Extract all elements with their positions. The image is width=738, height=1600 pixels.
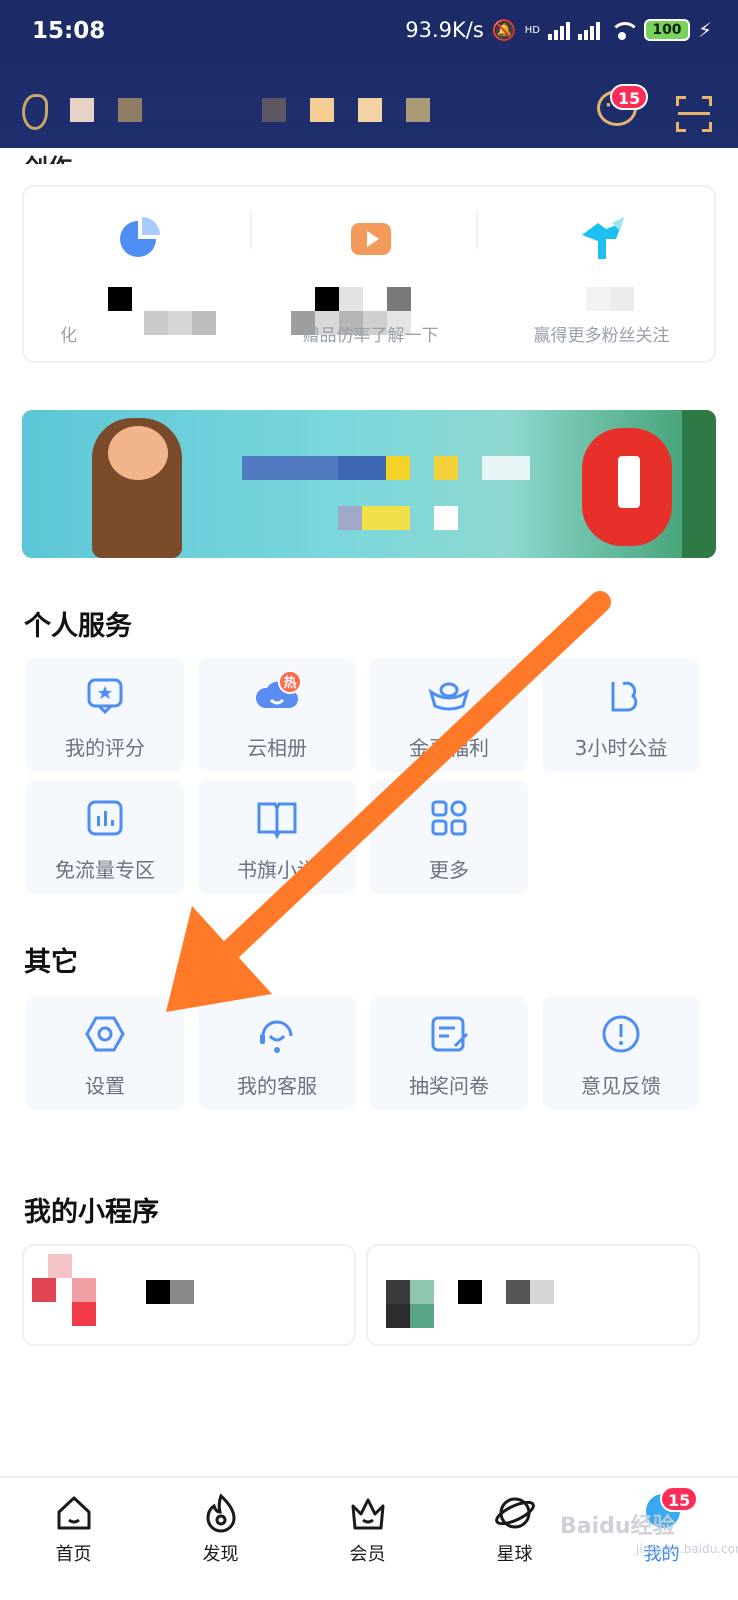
data-free-icon	[87, 800, 123, 836]
status-right: 93.9K/s 🔕 HD 100 ⚡	[405, 18, 712, 42]
crown-icon	[351, 1498, 385, 1530]
status-time: 15:08	[32, 18, 106, 44]
other-tile-settings[interactable]: 设置	[26, 996, 184, 1110]
service-label: 3小时公益	[574, 736, 668, 760]
creator-card: 化 赠品仿率了解一下 赢得更多粉丝关注	[22, 185, 716, 363]
scan-icon[interactable]	[676, 96, 712, 132]
nav-discover[interactable]: 发现	[147, 1478, 294, 1600]
customer-service-icon	[260, 1020, 293, 1053]
flame-icon	[206, 1493, 236, 1533]
other-label: 意见反馈	[581, 1074, 661, 1098]
nav-label: 星球	[496, 1544, 533, 1565]
service-label: 金豆福利	[409, 736, 489, 760]
banner-mosaic	[386, 456, 410, 480]
banner-mosaic	[338, 506, 362, 530]
nav-home[interactable]: 首页	[0, 1478, 147, 1600]
status-bar: 15:08 93.9K/s 🔕 HD 100 ⚡	[0, 0, 738, 66]
home-icon	[57, 1496, 91, 1530]
service-tile-book[interactable]: 书旗小说	[198, 780, 356, 894]
banner-mosaic	[434, 506, 458, 530]
mute-bell-icon: 🔕	[491, 18, 517, 42]
other-title: 其它	[24, 947, 78, 978]
service-tile-gold[interactable]: 金豆福利	[370, 658, 528, 772]
bird-icon	[582, 217, 624, 259]
creator-item-2[interactable]: 赠品仿率了解一下	[255, 187, 486, 363]
gold-ingot-icon	[428, 682, 470, 711]
service-label: 云相册	[247, 736, 307, 760]
service-label: 书旗小说	[237, 858, 317, 882]
other-label: 我的客服	[237, 1074, 317, 1098]
creator-item-2-subtitle: 赠品仿率了解一下	[302, 326, 439, 346]
creator-item-1[interactable]: 化	[24, 187, 255, 363]
nav-label: 会员	[349, 1544, 386, 1565]
creator-divider-2	[476, 211, 478, 249]
signal-icon-2	[577, 20, 600, 40]
other-tile-feedback[interactable]: 意见反馈	[542, 996, 700, 1110]
banner-leaves	[682, 410, 716, 558]
watermark: Baidu经验	[560, 1514, 675, 1539]
profile-header: 15	[0, 76, 738, 148]
settings-icon	[85, 1016, 125, 1052]
hot-badge: 热	[278, 670, 302, 694]
charity-icon	[611, 681, 638, 712]
service-tile-more[interactable]: 更多	[370, 780, 528, 894]
mini-programs-title: 我的小程序	[24, 1197, 159, 1228]
banner-mosaic	[482, 456, 530, 480]
avatar[interactable]	[22, 94, 48, 130]
banner-mosaic	[338, 456, 386, 480]
nav-vip[interactable]: 会员	[294, 1478, 441, 1600]
video-icon	[351, 223, 391, 255]
service-tile-data-free[interactable]: 免流量专区	[26, 780, 184, 894]
survey-icon	[431, 1016, 469, 1052]
message-badge: 15	[610, 84, 649, 110]
other-label: 抽奖问卷	[409, 1074, 489, 1098]
promo-banner[interactable]	[22, 410, 716, 558]
other-label: 设置	[85, 1074, 125, 1098]
more-grid-icon	[431, 800, 467, 836]
pie-chart-icon	[120, 217, 160, 257]
username-mosaic	[70, 98, 430, 122]
service-tile-cloud-album[interactable]: 热 云相册	[198, 658, 356, 772]
other-tile-survey[interactable]: 抽奖问卷	[370, 996, 528, 1110]
creator-item-3[interactable]: 赢得更多粉丝关注	[486, 187, 717, 363]
creator-divider-1	[250, 211, 252, 249]
creator-section-title: 创作	[24, 148, 72, 164]
service-label: 我的评分	[65, 736, 145, 760]
signal-icon	[547, 20, 570, 40]
service-label: 更多	[429, 858, 469, 882]
planet-icon	[495, 1497, 535, 1529]
nav-label: 首页	[55, 1544, 92, 1565]
banner-character-face	[108, 426, 168, 480]
service-label: 免流量专区	[55, 858, 155, 882]
service-tile-charity[interactable]: 3小时公益	[542, 658, 700, 772]
nav-label: 发现	[202, 1544, 239, 1565]
watermark-sub: jingyan.baidu.com	[636, 1542, 738, 1556]
feedback-icon	[602, 1015, 640, 1053]
creator-item-2-mosaic	[315, 287, 411, 311]
banner-mosaic	[242, 456, 338, 480]
book-icon	[257, 802, 297, 840]
creator-item-1-mosaic	[84, 287, 156, 311]
hd-label: HD	[524, 24, 540, 36]
mini-program-card-1[interactable]	[22, 1244, 356, 1346]
mini-program-card-2[interactable]	[366, 1244, 700, 1346]
other-tile-customer-service[interactable]: 我的客服	[198, 996, 356, 1110]
creator-item-3-mosaic	[586, 287, 634, 311]
network-speed: 93.9K/s	[405, 18, 484, 42]
banner-mosaic	[434, 456, 458, 480]
rating-icon	[87, 678, 123, 715]
banner-mosaic	[362, 506, 410, 530]
services-title: 个人服务	[24, 611, 132, 642]
charging-icon: ⚡	[697, 18, 712, 42]
service-tile-rating[interactable]: 我的评分	[26, 658, 184, 772]
creator-item-3-subtitle: 赢得更多粉丝关注	[533, 326, 670, 346]
banner-red-badge-mark	[618, 456, 640, 508]
battery-icon: 100	[643, 19, 690, 41]
creator-item-1-subtitle: 化	[60, 326, 77, 346]
top-header-area: 15:08 93.9K/s 🔕 HD 100 ⚡ 15	[0, 0, 738, 148]
wifi-icon	[608, 20, 640, 40]
